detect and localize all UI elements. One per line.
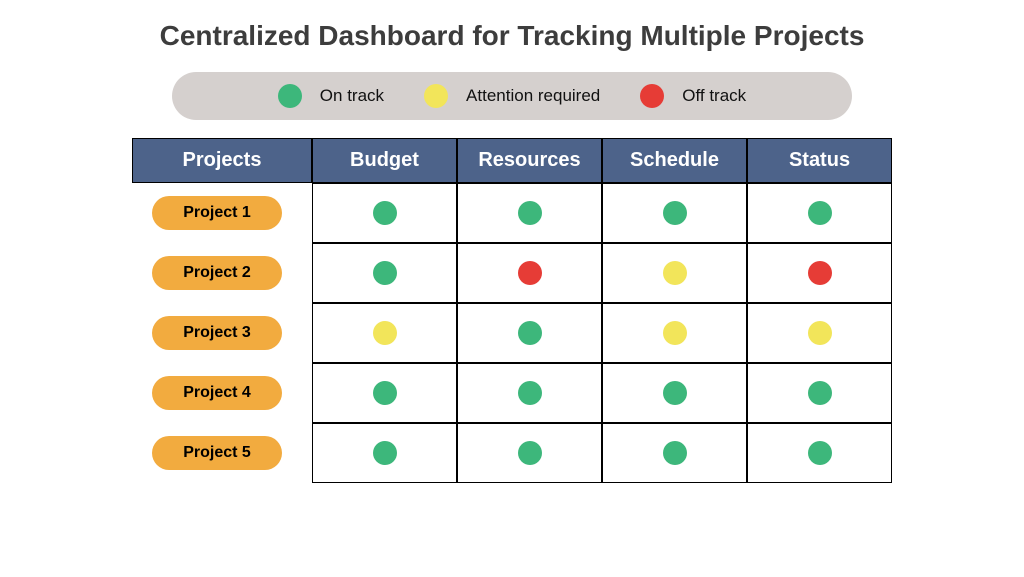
project-name-cell: Project 2 (132, 243, 312, 303)
status-cell (747, 363, 892, 423)
project-name-cell: Project 4 (132, 363, 312, 423)
table-row: Project 2 (132, 243, 892, 303)
project-name-cell: Project 3 (132, 303, 312, 363)
green-dot-icon (278, 84, 302, 108)
projects-table: Projects Budget Resources Schedule Statu… (132, 138, 892, 483)
status-cell (747, 423, 892, 483)
green-dot-icon (518, 441, 542, 465)
resources-cell (457, 423, 602, 483)
red-dot-icon (640, 84, 664, 108)
col-schedule: Schedule (602, 138, 747, 183)
resources-cell (457, 243, 602, 303)
green-dot-icon (808, 201, 832, 225)
green-dot-icon (518, 381, 542, 405)
budget-cell (312, 363, 457, 423)
green-dot-icon (373, 441, 397, 465)
resources-cell (457, 183, 602, 243)
budget-cell (312, 303, 457, 363)
status-legend: On track Attention required Off track (172, 72, 852, 120)
table-row: Project 1 (132, 183, 892, 243)
project-name-cell: Project 5 (132, 423, 312, 483)
legend-label: Attention required (466, 86, 600, 106)
project-pill: Project 2 (152, 256, 282, 290)
project-pill: Project 5 (152, 436, 282, 470)
green-dot-icon (373, 381, 397, 405)
table-header-row: Projects Budget Resources Schedule Statu… (132, 138, 892, 183)
table-row: Project 3 (132, 303, 892, 363)
schedule-cell (602, 243, 747, 303)
green-dot-icon (518, 321, 542, 345)
green-dot-icon (808, 381, 832, 405)
green-dot-icon (373, 201, 397, 225)
budget-cell (312, 183, 457, 243)
green-dot-icon (373, 261, 397, 285)
legend-item-off-track: Off track (640, 84, 746, 108)
legend-item-on-track: On track (278, 84, 384, 108)
budget-cell (312, 423, 457, 483)
col-status: Status (747, 138, 892, 183)
resources-cell (457, 303, 602, 363)
col-projects: Projects (132, 138, 312, 183)
green-dot-icon (518, 201, 542, 225)
status-cell (747, 243, 892, 303)
table-row: Project 5 (132, 423, 892, 483)
legend-label: Off track (682, 86, 746, 106)
yellow-dot-icon (373, 321, 397, 345)
schedule-cell (602, 363, 747, 423)
col-resources: Resources (457, 138, 602, 183)
project-pill: Project 1 (152, 196, 282, 230)
status-cell (747, 183, 892, 243)
red-dot-icon (518, 261, 542, 285)
project-name-cell: Project 1 (132, 183, 312, 243)
budget-cell (312, 243, 457, 303)
project-pill: Project 3 (152, 316, 282, 350)
page-title: Centralized Dashboard for Tracking Multi… (60, 20, 964, 52)
red-dot-icon (808, 261, 832, 285)
col-budget: Budget (312, 138, 457, 183)
schedule-cell (602, 183, 747, 243)
green-dot-icon (808, 441, 832, 465)
legend-label: On track (320, 86, 384, 106)
green-dot-icon (663, 441, 687, 465)
table-row: Project 4 (132, 363, 892, 423)
green-dot-icon (663, 381, 687, 405)
resources-cell (457, 363, 602, 423)
yellow-dot-icon (663, 321, 687, 345)
yellow-dot-icon (808, 321, 832, 345)
yellow-dot-icon (424, 84, 448, 108)
yellow-dot-icon (663, 261, 687, 285)
project-pill: Project 4 (152, 376, 282, 410)
status-cell (747, 303, 892, 363)
green-dot-icon (663, 201, 687, 225)
legend-item-attention: Attention required (424, 84, 600, 108)
schedule-cell (602, 303, 747, 363)
schedule-cell (602, 423, 747, 483)
